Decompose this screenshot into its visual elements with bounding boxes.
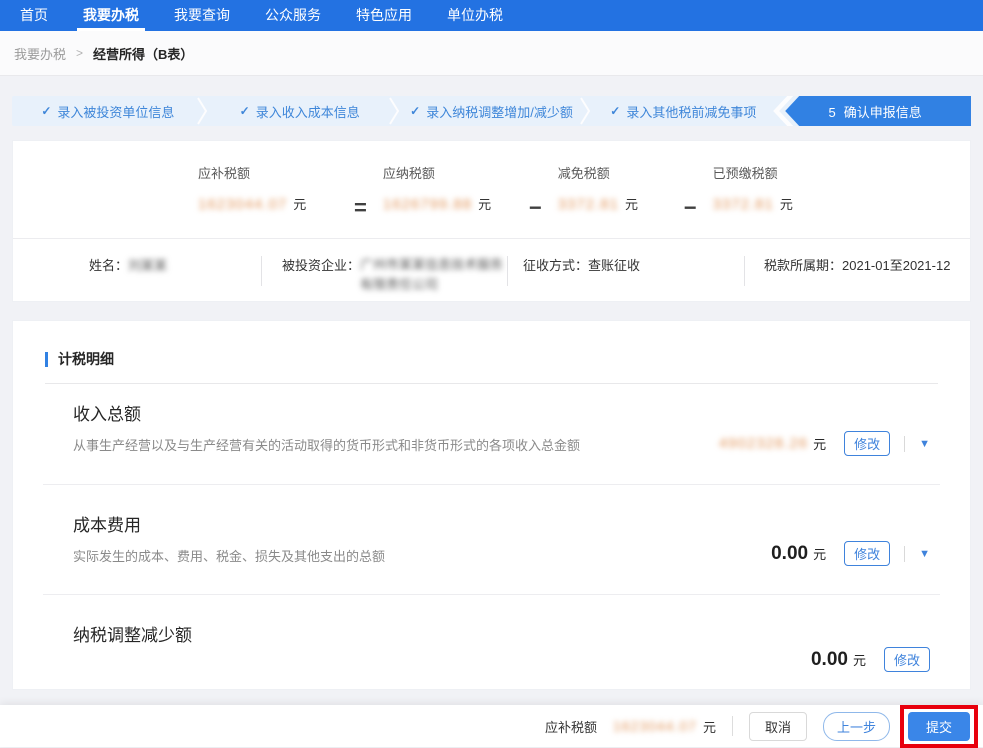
currency-unit: 元 — [780, 194, 793, 213]
breadcrumb-current: 经营所得（B表） — [93, 44, 193, 63]
currency-unit: 元 — [703, 717, 716, 736]
company-label: 被投资企业： — [282, 255, 360, 274]
step-label: 确认申报信息 — [844, 105, 922, 120]
submit-button[interactable]: 提交 — [908, 712, 970, 741]
modify-button[interactable]: 修改 — [844, 431, 890, 456]
row-value: 4902328.26 — [719, 435, 808, 452]
row-value: 0.00 — [811, 649, 848, 671]
step-check-icon: ✓ — [610, 104, 620, 118]
equals-sign: = — [354, 163, 367, 238]
nav-item-query[interactable]: 我要查询 — [168, 0, 236, 31]
company-value: 广州市某某信息技术服务有限责任公司 — [360, 255, 507, 294]
breadcrumb-parent[interactable]: 我要办税 — [14, 44, 66, 63]
name-value: 刘某某 — [128, 255, 167, 274]
payable-tax-value: 1623044.07 — [198, 196, 287, 213]
method-label: 征收方式： — [523, 255, 588, 274]
section-accent-bar — [45, 352, 48, 367]
step-3-tax-adjustment[interactable]: ✓ 录入纳税调整增加/减少额 — [396, 96, 588, 126]
row-title: 收入总额 — [73, 400, 930, 425]
detail-row-tax-adjust-decrease: 纳税调整减少额 0.00 元 修改 — [43, 595, 940, 684]
taxpayer-info-row: 姓名： 刘某某 被投资企业： 广州市某某信息技术服务有限责任公司 征收方式： 查… — [13, 238, 970, 302]
tax-detail-card: 计税明细 收入总额 从事生产经营以及与生产经营有关的活动取得的货币形式和非货币形… — [12, 320, 971, 690]
reduction-tax-value: 3372.81 — [558, 196, 619, 213]
minus-sign: − — [684, 163, 697, 238]
footer-payable-value: 1623044.07 — [613, 718, 697, 734]
payable-tax-column: 应补税额 1623044.07 元 — [198, 163, 338, 238]
nav-item-public-service[interactable]: 公众服务 — [259, 0, 327, 31]
taxpayer-name-field: 姓名： 刘某某 — [89, 255, 261, 302]
step-separator-chevron-icon — [580, 97, 592, 125]
cancel-button[interactable]: 取消 — [749, 712, 807, 741]
breadcrumb: 我要办税 > 经营所得（B表） — [0, 31, 983, 76]
prepaid-tax-column: 已预缴税额 3372.81 元 — [713, 163, 793, 238]
vertical-divider — [904, 546, 905, 562]
caret-down-icon[interactable]: ▼ — [919, 548, 930, 560]
currency-unit: 元 — [813, 434, 826, 453]
section-title: 计税明细 — [58, 349, 114, 369]
reduction-tax-label: 减免税额 — [558, 163, 668, 182]
currency-unit: 元 — [293, 194, 306, 213]
method-value: 查账征收 — [588, 255, 640, 274]
footer-payable-label: 应补税额 — [545, 717, 597, 736]
currency-unit: 元 — [853, 650, 866, 669]
footer-action-bar: 应补税额 1623044.07 元 取消 上一步 提交 — [0, 705, 983, 747]
prepaid-tax-value: 3372.81 — [713, 196, 774, 213]
step-label: 录入其他税前减免事项 — [626, 102, 756, 121]
reduction-tax-column: 减免税额 3372.81 元 — [558, 163, 668, 238]
step-separator-chevron-icon — [197, 97, 209, 125]
tax-formula: 应补税额 1623044.07 元 = 应纳税额 1626799.88 元 − … — [13, 141, 970, 238]
section-header: 计税明细 — [45, 349, 938, 384]
payable-tax-label: 应补税额 — [198, 163, 338, 182]
detail-row-cost-expense: 成本费用 实际发生的成本、费用、税金、损失及其他支出的总额 0.00 元 修改 … — [43, 485, 940, 595]
vertical-divider — [904, 436, 905, 452]
breadcrumb-separator-icon: > — [76, 46, 83, 60]
step-1-invested-unit[interactable]: ✓ 录入被投资单位信息 — [12, 96, 204, 126]
tax-period-field: 税款所属期： 2021-01至2021-12 — [745, 255, 970, 302]
step-2-income-cost[interactable]: ✓ 录入收入成本信息 — [204, 96, 396, 126]
nav-item-my-tax[interactable]: 我要办税 — [77, 0, 145, 31]
currency-unit: 元 — [478, 194, 491, 213]
currency-unit: 元 — [625, 194, 638, 213]
step-label: 录入被投资单位信息 — [57, 102, 174, 121]
invested-company-field: 被投资企业： 广州市某某信息技术服务有限责任公司 — [262, 255, 507, 302]
previous-step-button[interactable]: 上一步 — [823, 712, 890, 741]
modify-button[interactable]: 修改 — [844, 541, 890, 566]
name-label: 姓名： — [89, 255, 128, 274]
step-check-icon: ✓ — [41, 104, 51, 118]
step-wizard: ✓ 录入被投资单位信息 ✓ 录入收入成本信息 ✓ 录入纳税调整增加/减少额 ✓ … — [12, 96, 971, 126]
top-nav: 首页 我要办税 我要查询 公众服务 特色应用 单位办税 — [0, 0, 983, 31]
nav-item-unit-tax[interactable]: 单位办税 — [441, 0, 509, 31]
step-check-icon: ✓ — [410, 104, 420, 118]
step-4-pre-tax-reduction[interactable]: ✓ 录入其他税前减免事项 — [587, 96, 779, 126]
detail-row-total-income: 收入总额 从事生产经营以及与生产经营有关的活动取得的货币形式和非货币形式的各项收… — [43, 384, 940, 485]
prepaid-tax-label: 已预缴税额 — [713, 163, 793, 182]
step-label: 录入纳税调整增加/减少额 — [426, 102, 573, 121]
step-5-confirm-declaration[interactable]: 5 确认申报信息 — [779, 96, 971, 126]
step-number: 5 — [828, 105, 835, 120]
assessed-tax-label: 应纳税额 — [383, 163, 513, 182]
step-check-icon: ✓ — [240, 104, 250, 118]
currency-unit: 元 — [813, 544, 826, 563]
row-title: 成本费用 — [73, 511, 930, 536]
assessed-tax-column: 应纳税额 1626799.88 元 — [383, 163, 513, 238]
step-separator-chevron-icon — [389, 97, 401, 125]
caret-down-icon[interactable]: ▼ — [919, 438, 930, 450]
vertical-divider — [732, 716, 733, 736]
tax-summary-card: 应补税额 1623044.07 元 = 应纳税额 1626799.88 元 − … — [12, 140, 971, 302]
modify-button[interactable]: 修改 — [884, 647, 930, 672]
period-label: 税款所属期： — [764, 255, 842, 274]
collection-method-field: 征收方式： 查账征收 — [508, 255, 744, 302]
step-label: 录入收入成本信息 — [256, 102, 360, 121]
period-value: 2021-01至2021-12 — [842, 255, 950, 274]
nav-item-featured-apps[interactable]: 特色应用 — [350, 0, 418, 31]
row-value: 0.00 — [771, 543, 808, 565]
row-title: 纳税调整减少额 — [73, 621, 930, 646]
minus-sign: − — [529, 163, 542, 238]
nav-item-home[interactable]: 首页 — [14, 0, 54, 31]
assessed-tax-value: 1626799.88 — [383, 196, 472, 213]
